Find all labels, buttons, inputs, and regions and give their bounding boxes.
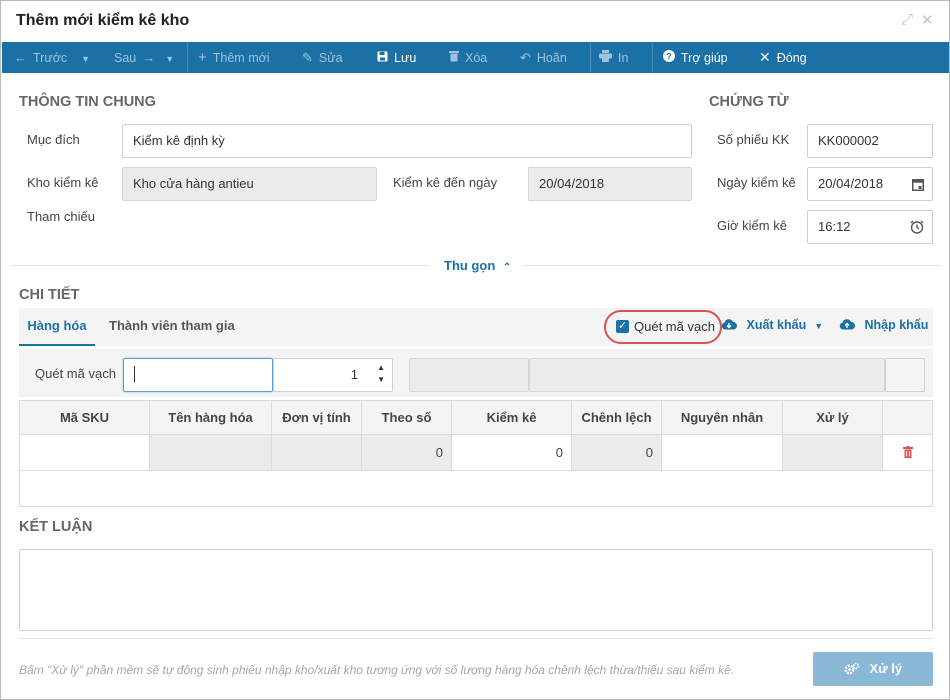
scan-extra-field-1 [409,358,529,392]
question-icon: ? [663,42,675,73]
toolbar: ← Trước ▼ Sau → ▼ + Thêm mới ✎ Sửa Lưu Xóa ↶ Ho… [2,42,949,73]
column-header-book[interactable]: Theo số [362,401,452,435]
arrow-left-icon: ← [14,50,27,65]
chevron-down-icon: ▼ [814,321,824,331]
clock-icon[interactable] [910,211,924,245]
close-icon[interactable]: ✕ [921,11,934,29]
calendar-icon[interactable] [912,168,924,202]
reference-label: Tham chiếu [27,209,95,224]
warehouse-label: Kho kiểm kê [27,175,99,190]
tab-goods[interactable]: Hàng hóa [19,308,95,346]
x-icon: ✕ [759,49,771,65]
count-time-input[interactable]: 16:12 [807,210,933,244]
conclusion-heading: KẾT LUẬN [19,519,93,535]
scan-barcode-toggle[interactable]: ✓ Quét mã vạch [604,310,722,344]
add-button[interactable]: + Thêm mới [198,42,270,73]
close-button[interactable]: ✕ Đóng [759,42,807,73]
toolbar-separator [652,42,653,73]
cell-unit [272,435,362,471]
undo-icon: ↶ [520,50,531,65]
stepper-arrows-icon[interactable]: ▲ ▼ [377,362,385,386]
voucher-number-input[interactable]: KK000002 [807,124,933,158]
chevron-down-icon: ▼ [165,54,175,64]
collapse-divider-right [523,265,941,266]
cell-counted[interactable]: 0 [452,435,572,471]
goods-grid: Mã SKU Tên hàng hóa Đơn vị tính Theo số … [19,400,933,507]
chevron-up-icon: ⌃ [502,262,512,273]
cell-sku[interactable] [20,435,150,471]
delete-button[interactable]: Xóa [449,42,487,73]
trash-icon [902,445,913,460]
edit-button[interactable]: ✎ Sửa [302,42,343,73]
general-heading: THÔNG TIN CHUNG [19,94,156,110]
export-button[interactable]: Xuất khẩu ▼ [721,318,823,332]
plus-icon: + [198,49,207,66]
scan-row: Quét mã vạch 1 ▲ ▼ [19,349,933,397]
quantity-stepper[interactable]: 1 ▲ ▼ [273,358,393,392]
column-header-blank [883,401,932,435]
expand-icon[interactable]: ⤢ [901,11,913,28]
count-date-input[interactable]: 20/04/2018 [807,167,933,201]
detail-heading: CHI TIẾT [19,287,80,303]
column-header-diff[interactable]: Chênh lệch [572,401,662,435]
to-date-label: Kiểm kê đến ngày [393,175,498,190]
toolbar-separator [590,42,591,73]
chevron-down-icon: ▼ [81,54,91,64]
tab-members[interactable]: Thành viên tham gia [109,308,235,346]
scan-extra-field-3 [885,358,925,392]
print-button[interactable]: In [599,42,628,73]
conclusion-textarea[interactable] [19,549,933,631]
row-delete-button[interactable] [883,435,932,471]
barcode-input[interactable] [123,358,273,392]
voucher-heading: CHỨNG TỪ [709,94,789,110]
column-header-sku[interactable]: Mã SKU [20,401,150,435]
cell-diff: 0 [572,435,662,471]
pencil-icon: ✎ [302,50,313,65]
scan-input-label: Quét mã vạch [35,366,116,381]
cell-reason[interactable] [662,435,783,471]
undo-button[interactable]: ↶ Hoãn [520,42,567,73]
to-date-field: 20/04/2018 [528,167,692,201]
next-button[interactable]: Sau → ▼ [114,42,174,73]
column-header-name[interactable]: Tên hàng hóa [150,401,272,435]
trash-icon [449,42,459,73]
cloud-upload-icon [839,318,864,332]
footer-note: Bấm "Xử lý" phần mềm sẽ tự động sinh phi… [19,663,734,677]
purpose-input[interactable]: Kiểm kê định kỳ [122,124,692,158]
scan-barcode-checkbox[interactable]: ✓ [616,320,629,333]
save-button[interactable]: Lưu [377,42,416,73]
text-cursor [134,366,135,382]
prev-button[interactable]: ← Trước ▼ [14,42,90,73]
cell-name [150,435,272,471]
title-bar: Thêm mới kiểm kê kho ⤢ ✕ [1,1,949,41]
cell-book: 0 [362,435,452,471]
warehouse-field: Kho cửa hàng antieu [122,167,377,201]
gears-icon [844,661,870,676]
arrow-right-icon: → [142,50,156,65]
column-header-unit[interactable]: Đơn vị tính [272,401,362,435]
floppy-icon [377,42,388,73]
column-header-counted[interactable]: Kiểm kê [452,401,572,435]
dialog-window: Thêm mới kiểm kê kho ⤢ ✕ ← Trước ▼ Sau → ▼ +… [0,0,950,700]
dialog-title: Thêm mới kiểm kê kho [16,12,190,29]
column-header-action[interactable]: Xử lý [783,401,883,435]
collapse-toggle[interactable]: Thu gọn ⌃ [444,258,511,273]
svg-text:?: ? [666,52,672,62]
import-button[interactable]: Nhập khẩu [839,318,928,332]
count-time-label: Giờ kiểm kê [717,218,787,233]
scan-extra-field-2 [529,358,885,392]
collapse-divider-left [11,265,429,266]
voucher-number-label: Số phiếu KK [717,132,790,147]
column-header-reason[interactable]: Nguyên nhân [662,401,783,435]
purpose-label: Mục đích [27,132,80,147]
cell-action [783,435,883,471]
printer-icon [599,42,612,73]
scan-barcode-label: Quét mã vạch [634,319,715,334]
footer-divider [19,638,933,639]
cloud-download-icon [721,318,746,332]
process-button[interactable]: Xử lý [813,652,933,686]
count-date-label: Ngày kiểm kê [717,175,796,190]
toolbar-separator [187,42,188,73]
help-button[interactable]: ? Trợ giúp [663,42,728,73]
